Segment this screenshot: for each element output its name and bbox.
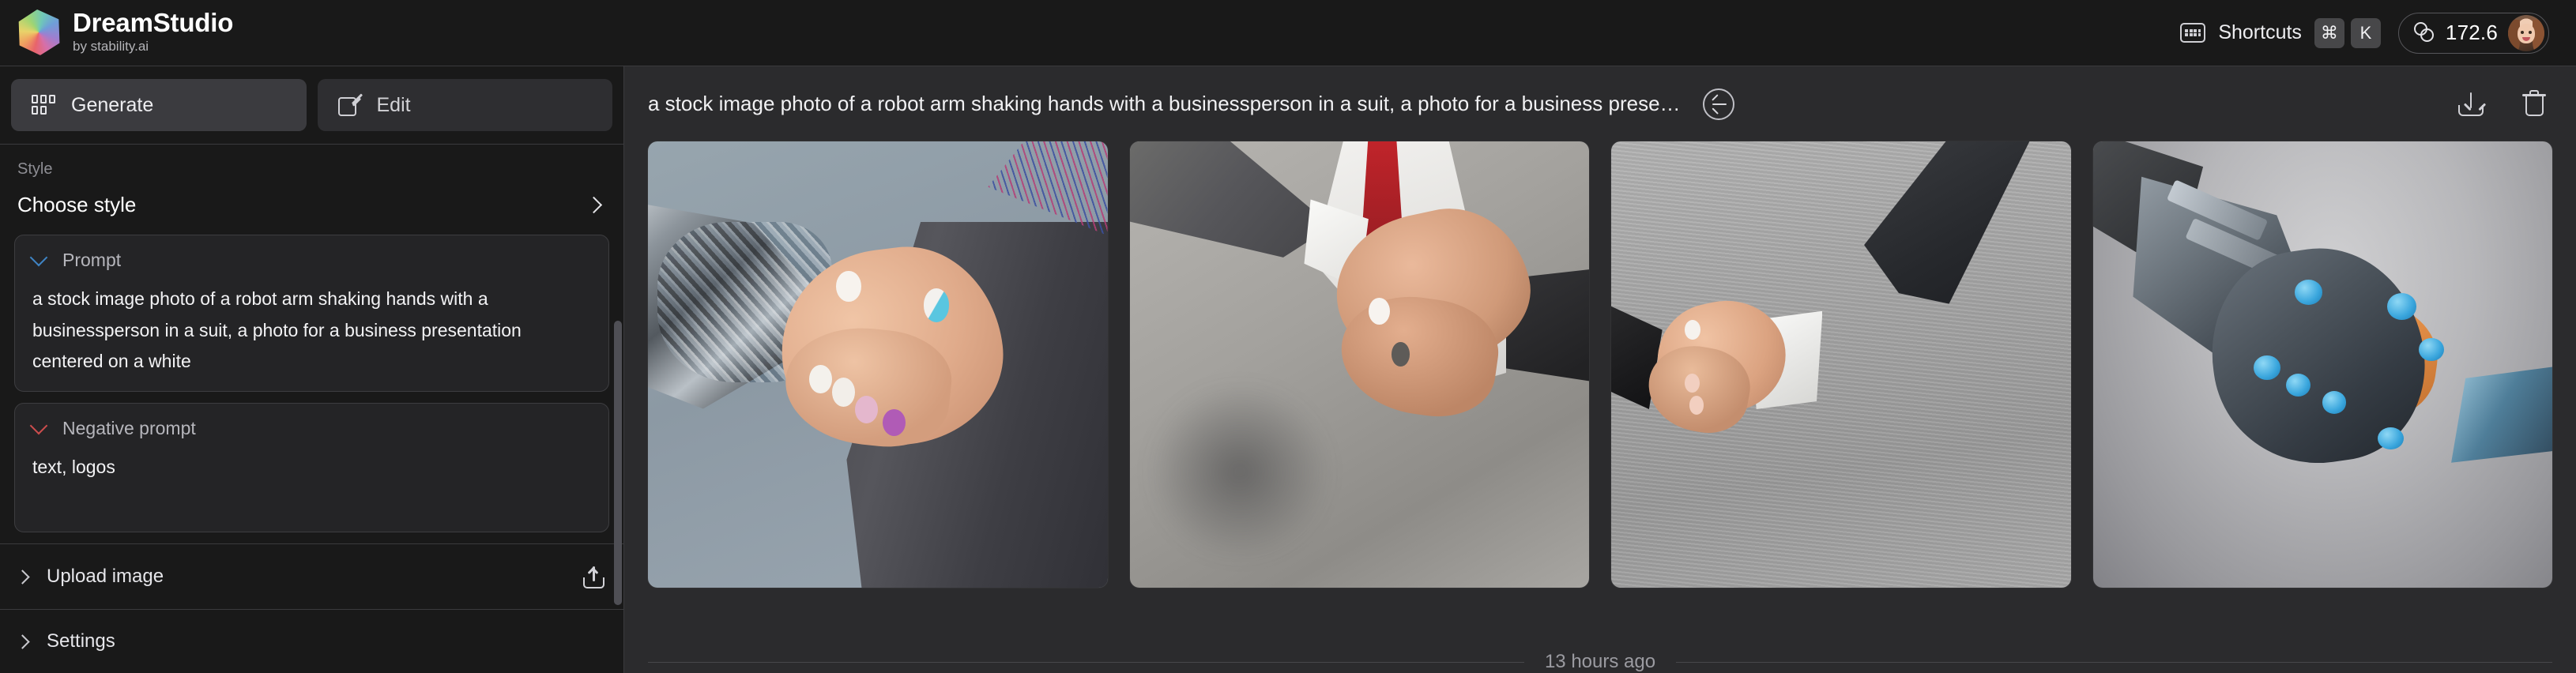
generation-header-left: a stock image photo of a robot arm shaki… [648,88,1734,120]
mode-tabs: Generate Edit [0,66,623,144]
grid-icon [32,95,55,115]
shortcuts-label: Shortcuts [2218,21,2302,43]
tab-generate-label: Generate [71,93,154,116]
main-content: a stock image photo of a robot arm shaki… [624,66,2576,673]
settings-label: Settings [47,630,115,652]
negative-prompt-header[interactable]: Negative prompt [29,416,591,439]
credits-value: 172.6 [2445,21,2498,44]
prompt-label: Prompt [62,249,122,270]
avatar[interactable] [2508,14,2544,51]
chevron-right-icon [15,569,30,585]
key-command[interactable]: ⌘ [2314,17,2344,48]
result-image-2[interactable] [1129,141,1589,588]
result-image-4[interactable] [2092,141,2552,588]
circle-arrow-left-icon[interactable] [1702,88,1734,120]
generation-header-actions [2457,90,2546,118]
tab-edit[interactable]: Edit [317,79,612,131]
keyboard-icon [2180,23,2206,43]
settings-left: Settings [15,630,115,652]
chevron-down-icon[interactable] [29,416,48,435]
download-icon[interactable] [2457,91,2486,118]
shortcut-keys: ⌘ K [2314,17,2381,48]
negative-prompt-field[interactable]: Negative prompt text, logos [14,403,609,532]
negative-prompt-text: text, logos [32,457,115,477]
result-image-1[interactable] [648,141,1108,588]
style-value: Choose style [17,192,137,216]
timeline-divider: 13 hours ago [624,632,2576,673]
chevron-right-icon [15,634,30,649]
pencil-square-icon [337,92,363,117]
chevron-right-icon [585,196,603,214]
negative-prompt-label: Negative prompt [62,418,196,438]
results-gallery [624,141,2576,632]
tab-generate[interactable]: Generate [11,79,307,131]
sidebar-scrollbar[interactable] [614,321,622,605]
prompt-text: a stock image photo of a robot arm shaki… [32,288,522,372]
top-bar-right: Shortcuts ⌘ K 172.6 [2180,12,2549,54]
timeline-timestamp: 13 hours ago [1544,651,1656,672]
brand-text: DreamStudio by stability.ai [73,9,233,56]
generation-header: a stock image photo of a robot arm shaki… [624,66,2576,141]
style-section: Style Choose style [0,145,623,235]
dreamstudio-app: DreamStudio by stability.ai Shortcuts ⌘ … [0,0,2576,673]
prompt-field[interactable]: Prompt a stock image photo of a robot ar… [14,234,609,392]
settings-row[interactable]: Settings [0,609,623,673]
result-image-3[interactable] [1611,141,2071,588]
coins-icon [2413,22,2435,43]
choose-style-button[interactable]: Choose style [17,193,606,217]
shortcuts-button[interactable]: Shortcuts ⌘ K [2180,17,2381,48]
upload-image-label: Upload image [47,566,164,587]
top-bar: DreamStudio by stability.ai Shortcuts ⌘ … [0,0,2576,66]
upload-image-left: Upload image [15,566,164,588]
timeline-line-left [648,662,1524,663]
prompt-header[interactable]: Prompt [29,248,591,271]
generation-title: a stock image photo of a robot arm shaki… [648,92,1681,115]
timeline-line-right [1676,662,2553,663]
trash-icon[interactable] [2522,90,2546,118]
credits-button[interactable]: 172.6 [2397,12,2549,54]
upload-image-row[interactable]: Upload image [0,543,623,609]
app-title: DreamStudio [73,8,234,38]
chevron-down-icon[interactable] [29,248,48,267]
upload-icon[interactable] [583,565,604,588]
gradient-hexagon-logo-icon [17,9,60,55]
app-body: Generate Edit Style Choose style Prompt … [0,66,2576,673]
app-subtitle: by stability.ai [73,38,149,54]
style-label: Style [17,160,53,178]
left-sidebar: Generate Edit Style Choose style Prompt … [0,66,624,673]
tab-edit-label: Edit [376,93,411,116]
key-k[interactable]: K [2350,17,2381,48]
brand-block[interactable]: DreamStudio by stability.ai [17,9,233,56]
